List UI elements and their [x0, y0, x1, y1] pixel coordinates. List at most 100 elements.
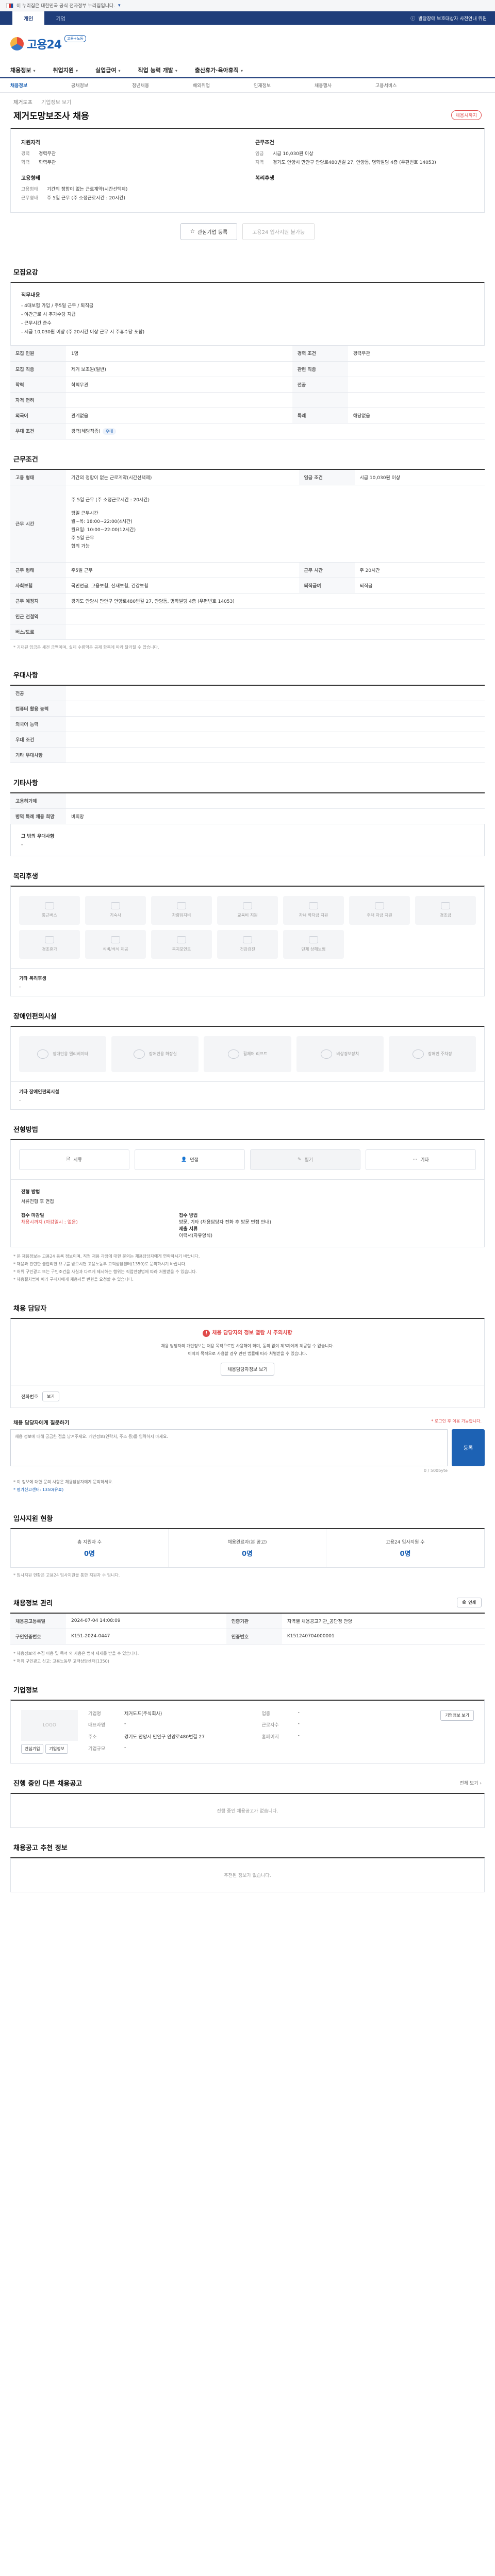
car-icon — [177, 902, 186, 909]
corp-detail-button[interactable]: 기업정보 보기 — [440, 1709, 474, 1721]
section-title: 기업정보 — [13, 1686, 38, 1694]
alarm-icon — [321, 1049, 333, 1059]
table-row: 고용허가제 — [10, 792, 485, 809]
table-row: 병역 특례 채용 희망 비희망 — [10, 808, 485, 824]
disability-grid: 장애인용 엘리베이터 장애인용 화장실 휠체어 리프트 비상경보장치 장애인 주… — [10, 1025, 485, 1082]
health-icon — [243, 936, 252, 943]
inquiry-head: 채용 담당자에게 질문하기 * 로그인 후 이용 가능합니다. — [13, 1418, 482, 1426]
inquiry-counter: 0 / 500byte — [423, 1468, 448, 1473]
shield-icon — [309, 936, 318, 943]
nav-item-training[interactable]: 직업 능력 개발 ▾ — [138, 66, 177, 74]
method-document: 🗎 서류 — [19, 1149, 129, 1170]
gov-banner: 이 누리집은 대한민국 공식 전자정부 누리집입니다. ▾ — [0, 0, 495, 11]
inquiry-submit-button[interactable]: 등록 — [452, 1429, 485, 1466]
chevron-down-icon: ▾ — [75, 69, 78, 73]
welfare-item: 단체 상해보험 — [283, 929, 344, 959]
disability-extra: 기타 장애인편의시설 - — [10, 1081, 485, 1110]
chevron-down-icon: ▾ — [175, 69, 177, 73]
deadline-badge: 채용시까지 — [451, 110, 482, 120]
table-row: 기타 우대사항 — [10, 747, 485, 763]
document-icon: 🗎 — [67, 1157, 71, 1162]
welfare-item: 건강검진 — [217, 929, 278, 959]
site-logo[interactable]: 고용24 고용+노동 — [10, 35, 86, 52]
disability-item: 장애인용 화장실 — [111, 1036, 199, 1072]
table-row: 모집 인원 1명 경력 조건 경력무관 — [10, 346, 485, 362]
sub-nav-item[interactable]: 채용행사 — [315, 82, 375, 89]
work-note: * 기재된 임금은 세전 금액이며, 실제 수령액은 공제 항목에 따라 달라질… — [13, 645, 159, 650]
sub-nav-item[interactable]: 인재정보 — [254, 82, 315, 89]
welfare-grid: 통근버스 기숙사 차량유지비 교육비 지원 자녀 학자금 지원 주택 자금 지원… — [10, 885, 485, 969]
interest-button[interactable]: ☆ 관심기업 등록 — [180, 223, 238, 240]
section-title: 기타사항 — [13, 779, 38, 787]
logo-text: 고용24 — [27, 39, 62, 52]
parking-icon — [412, 1049, 424, 1059]
section-title: 복리후생 — [13, 872, 38, 880]
section-title: 근무조건 — [13, 455, 38, 464]
table-row: 사회보험 국민연금, 고용보험, 산재보험, 건강보험 퇴직급여 퇴직금 — [10, 578, 485, 594]
table-row: 전공 — [10, 685, 485, 701]
dorm-icon — [111, 902, 120, 909]
sub-nav-item[interactable]: 채용정보 — [10, 82, 71, 89]
corp-interest-button[interactable]: 관심기업 — [21, 1743, 44, 1754]
sub-nav-item[interactable]: 고용서비스 — [375, 82, 436, 89]
welfare-item: 교육비 지원 — [217, 895, 278, 925]
welfare-item: 통근버스 — [19, 895, 80, 925]
similar-more-link[interactable]: 전체 보기 › — [460, 1780, 482, 1786]
method-etc: ⋯ 기타 — [366, 1149, 476, 1170]
inquiry-textarea[interactable] — [10, 1429, 448, 1466]
table-row: 고용 형태 기간의 정함이 없는 근로계약(시간선택제) 임금 조건 시급 10,03… — [10, 469, 485, 485]
disability-item: 비상경보장치 — [296, 1036, 384, 1072]
nav-item-jobs[interactable]: 채용정보 ▾ — [10, 66, 36, 74]
person-icon: 👤 — [181, 1157, 187, 1162]
apply-disabled-button[interactable]: 고용24 입사지원 불가능 — [242, 223, 315, 240]
screening-detail: 전형 방법 서류전형 후 면접 접수 마감일 채용시까지 (마감일시 : 없음) … — [10, 1179, 485, 1247]
table-row: 근무 시간 주 5일 근무 (주 소정근로시간 : 20시간) 평일 근무시간 … — [10, 485, 485, 563]
sub-nav-item[interactable]: 해외취업 — [193, 82, 254, 89]
gov-banner-text: 이 누리집은 대한민국 공식 전자정부 누리집입니다. — [16, 4, 116, 9]
gift-icon — [441, 902, 450, 909]
welfare-item: 자녀 학자금 지원 — [283, 895, 344, 925]
korea-flag-icon — [6, 3, 13, 8]
table-row: 인근 전철역 — [10, 608, 485, 624]
corp-info-button[interactable]: 기업정보 — [45, 1743, 68, 1754]
user-type-tabs: 개인 기업 ⓘ 발달장애 보호대상자 사전안내 위원 — [0, 11, 495, 25]
print-button[interactable]: ⎙ 인쇄 — [456, 1597, 482, 1607]
table-row: 모집 직종 제거 보조원(일반) 관련 직종 — [10, 361, 485, 377]
summary-qualification: 지원자격 경력 경력무관 학력 학력무관 — [21, 140, 56, 165]
table-row: 버스/도로 — [10, 624, 485, 640]
restroom-icon — [133, 1049, 145, 1059]
nav-item-support[interactable]: 취업지원 ▾ — [53, 66, 78, 74]
view-contact-button[interactable]: 채용담당자정보 보기 — [221, 1362, 274, 1376]
corp-info: LOGO 관심기업 기업정보 기업명 제거도프(주식회사) 업종 - 대표자명 - 근로자… — [10, 1699, 485, 1764]
tab-personal[interactable]: 개인 — [12, 11, 45, 25]
action-row: ☆ 관심기업 등록 고용24 입사지원 불가능 — [10, 213, 485, 252]
nav-item-leave[interactable]: 출산휴가·육아휴직 ▾ — [195, 66, 243, 74]
company-line: 제거도프 기업정보 보기 — [10, 93, 485, 106]
company-logo: LOGO — [21, 1709, 78, 1741]
chevron-down-icon[interactable]: ▾ — [118, 3, 121, 8]
company-info-link[interactable]: 기업정보 보기 — [41, 100, 71, 106]
sub-nav-item[interactable]: 공채정보 — [71, 82, 132, 89]
welfare-item: 차량유지비 — [151, 895, 212, 925]
tab-company[interactable]: 기업 — [44, 11, 76, 25]
welfare-item: 복지포인트 — [151, 929, 212, 959]
top-notice[interactable]: ⓘ 발달장애 보호대상자 사전안내 위원 — [410, 11, 495, 25]
section-title: 장애인편의시설 — [13, 1012, 57, 1021]
stat-item: 채용완료자(본 공고) 0명 — [169, 1529, 326, 1567]
disability-item: 장애인 주차장 — [388, 1036, 476, 1072]
screening-methods: 🗎 서류 👤 면접 ✎ 필기 ⋯ 기타 — [10, 1139, 485, 1180]
nav-item-benefit[interactable]: 실업급여 ▾ — [95, 66, 121, 74]
similar-empty: 진행 중인 채용공고가 없습니다. — [10, 1792, 485, 1828]
welfare-item: 식비/석식 제공 — [85, 929, 146, 959]
table-row: 구인인증번호 K151-2024-0447 인증번호 K151240704000001 — [10, 1629, 485, 1645]
inquiry-form: 등록 — [10, 1429, 485, 1466]
view-phone-button[interactable]: 보기 — [42, 1391, 59, 1401]
section-title: 채용공고 추천 정보 — [13, 1844, 68, 1852]
section-title: 채용 담당자 — [13, 1304, 47, 1313]
summary-welfare: 복리후생 — [255, 176, 274, 181]
bus-icon — [45, 902, 54, 909]
sub-nav-item[interactable]: 청년채용 — [132, 82, 193, 89]
school-icon — [309, 902, 318, 909]
house-icon — [375, 902, 384, 909]
stat-item: 고용24 입사지원 수 0명 — [386, 1539, 425, 1558]
